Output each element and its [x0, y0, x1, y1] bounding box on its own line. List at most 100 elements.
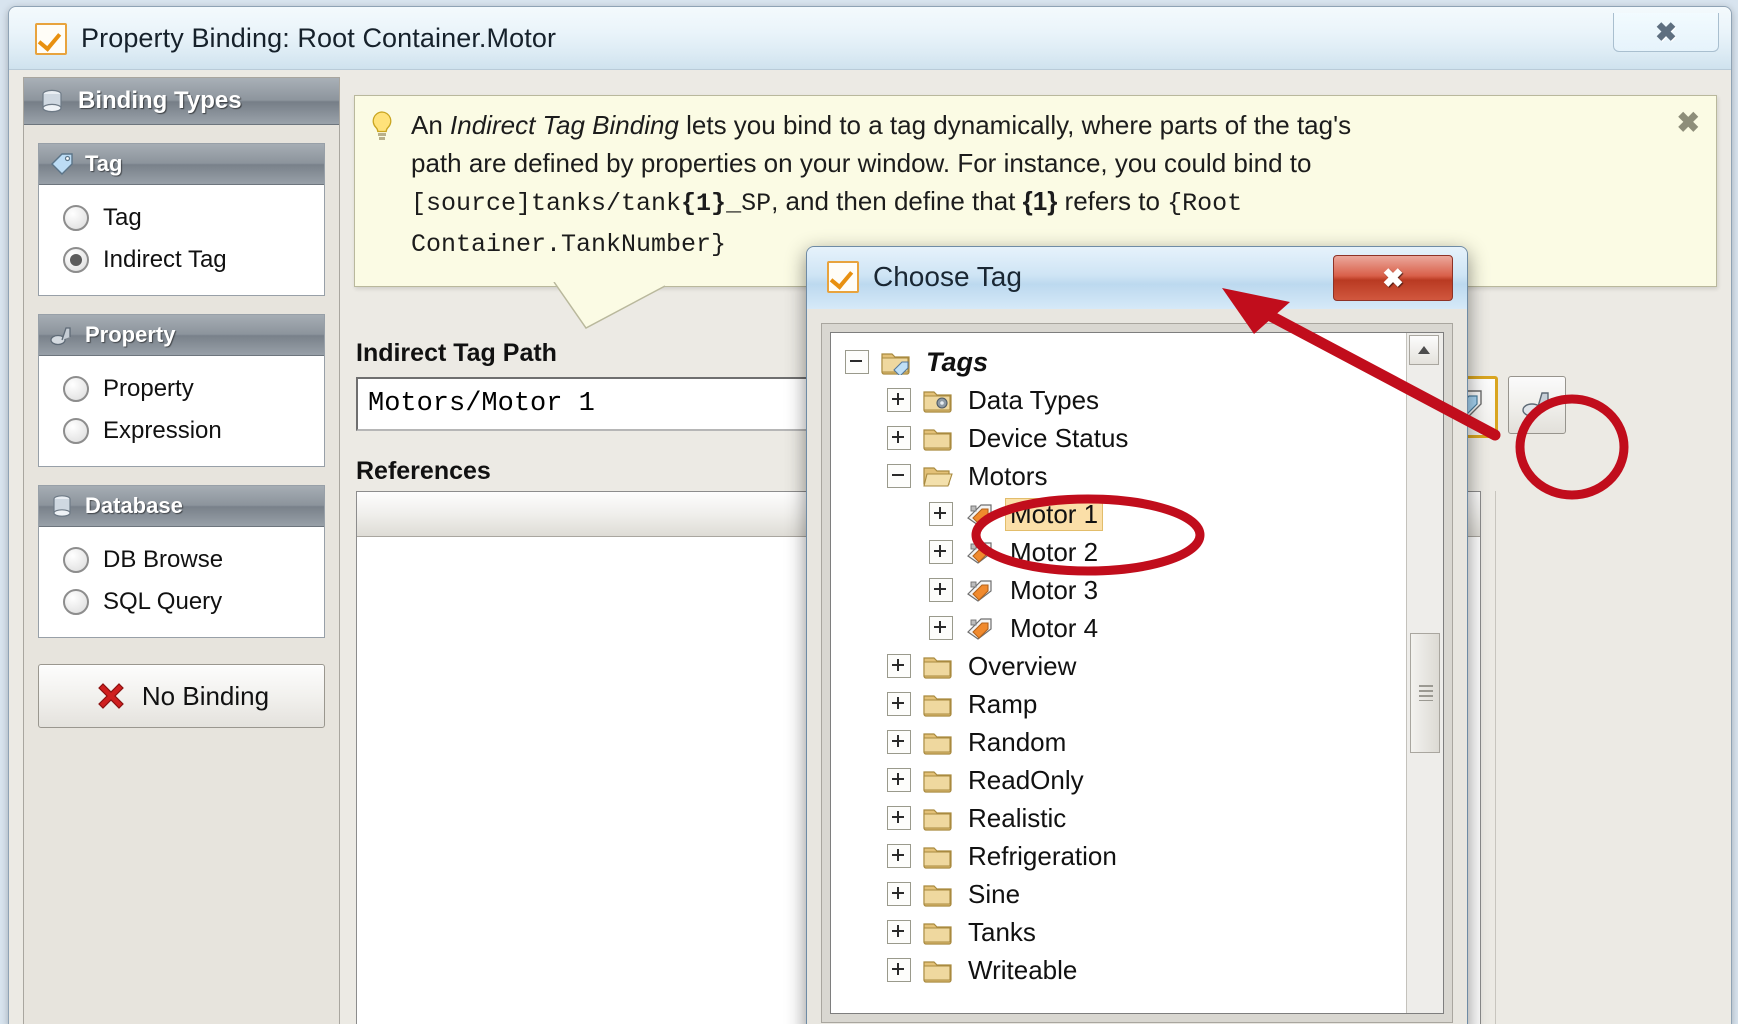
- collapse-minus-icon[interactable]: [887, 464, 911, 488]
- tree-item-label: Motor 3: [1010, 574, 1099, 605]
- tree-item-label: Sine: [968, 878, 1021, 909]
- tree-item-label: Overview: [968, 650, 1077, 681]
- tag-orange-icon: [965, 539, 995, 565]
- database-icon: [38, 87, 66, 115]
- choose-tag-title: Choose Tag: [873, 261, 1022, 292]
- folder-icon: [923, 881, 953, 907]
- folder-icon: [923, 767, 953, 793]
- references-side-panel: [1495, 491, 1626, 1024]
- window-titlebar: Property Binding: Root Container.Motor ✖: [9, 7, 1731, 70]
- scroll-up-arrow-icon[interactable]: [1409, 335, 1439, 365]
- tree-item-motor-2[interactable]: Motor 2: [845, 533, 1407, 571]
- tag-orange-icon: [965, 501, 995, 527]
- tree-item-label: ReadOnly: [968, 764, 1084, 795]
- tree-item-device-status[interactable]: Device Status: [845, 419, 1407, 457]
- expand-plus-icon[interactable]: [887, 806, 911, 830]
- expand-plus-icon[interactable]: [887, 730, 911, 754]
- radio-tag-label: Tag: [103, 204, 142, 231]
- tree-item-ramp[interactable]: Ramp: [845, 685, 1407, 723]
- property-bind-button[interactable]: [1508, 376, 1566, 434]
- tree-item-label: Tags: [926, 346, 989, 377]
- group-database-label: Database: [85, 493, 183, 518]
- tree-item-label: Data Types: [968, 384, 1100, 415]
- group-tag-label: Tag: [85, 151, 123, 176]
- binding-types-sidebar: Binding Types Tag Tag Indirect Tag Prope…: [23, 77, 340, 1024]
- tree-item-overview[interactable]: Overview: [845, 647, 1407, 685]
- tree-item-label: Ramp: [968, 688, 1038, 719]
- lightbulb-icon: [369, 110, 395, 142]
- expand-plus-icon[interactable]: [929, 502, 953, 526]
- expand-plus-icon[interactable]: [929, 578, 953, 602]
- folder-icon: [923, 919, 953, 945]
- radio-tag[interactable]: Tag: [39, 197, 324, 239]
- expand-plus-icon[interactable]: [929, 616, 953, 640]
- expand-plus-icon[interactable]: [887, 882, 911, 906]
- tree-item-refrigeration[interactable]: Refrigeration: [845, 837, 1407, 875]
- tree-item-label: Device Status: [968, 422, 1129, 453]
- tag-tree-scrollbar[interactable]: [1406, 333, 1443, 1013]
- radio-property[interactable]: Property: [39, 368, 324, 410]
- tree-item-writeable[interactable]: Writeable: [845, 951, 1407, 989]
- folder-open-icon: [923, 463, 953, 489]
- radio-indirect-tag[interactable]: Indirect Tag: [39, 239, 324, 281]
- tree-item-motor-4[interactable]: Motor 4: [845, 609, 1407, 647]
- group-property-label: Property: [85, 322, 176, 347]
- tree-item-tanks[interactable]: Tanks: [845, 913, 1407, 951]
- tree-item-sine[interactable]: Sine: [845, 875, 1407, 913]
- radio-db-browse-label: DB Browse: [103, 546, 224, 573]
- database-icon: [49, 493, 75, 519]
- radio-indicator: [63, 589, 89, 615]
- expand-plus-icon[interactable]: [887, 692, 911, 716]
- scrollbar-thumb[interactable]: [1410, 633, 1440, 753]
- tree-item-motor-3[interactable]: Motor 3: [845, 571, 1407, 609]
- collapse-minus-icon[interactable]: [845, 350, 869, 374]
- references-label: References: [356, 457, 491, 485]
- group-database: Database DB Browse SQL Query: [38, 485, 325, 638]
- expand-plus-icon[interactable]: [929, 540, 953, 564]
- folder-icon: [923, 691, 953, 717]
- tree-item-realistic[interactable]: Realistic: [845, 799, 1407, 837]
- tag-orange-icon: [965, 577, 995, 603]
- expand-plus-icon[interactable]: [887, 388, 911, 412]
- folder-icon: [923, 957, 953, 983]
- radio-indirect-tag-label: Indirect Tag: [103, 246, 227, 273]
- tag-icon: [49, 151, 75, 177]
- no-binding-button[interactable]: No Binding: [38, 664, 325, 728]
- expand-plus-icon[interactable]: [887, 958, 911, 982]
- tree-item-random[interactable]: Random: [845, 723, 1407, 761]
- tree-item-motor-1[interactable]: Motor 1: [845, 495, 1407, 533]
- red-x-icon: [94, 679, 128, 713]
- folder-icon: [923, 805, 953, 831]
- tag-tree[interactable]: Tags Data Types Device Status Motors Motor 1…: [831, 333, 1407, 1013]
- tree-item-data-types[interactable]: Data Types: [845, 381, 1407, 419]
- expand-plus-icon[interactable]: [887, 920, 911, 944]
- expand-plus-icon[interactable]: [887, 844, 911, 868]
- expand-plus-icon[interactable]: [887, 768, 911, 792]
- tree-item-tags[interactable]: Tags: [845, 343, 1407, 381]
- choose-tag-close-button[interactable]: ✖: [1333, 255, 1453, 301]
- radio-db-browse[interactable]: DB Browse: [39, 539, 324, 581]
- group-tag: Tag Tag Indirect Tag: [38, 143, 325, 296]
- info-close-icon[interactable]: ✖: [1677, 106, 1700, 139]
- group-property: Property Property Expression: [38, 314, 325, 467]
- sidebar-header-label: Binding Types: [78, 87, 242, 114]
- tree-item-motors[interactable]: Motors: [845, 457, 1407, 495]
- page-title: Property Binding: Root Container.Motor: [81, 23, 557, 53]
- expand-plus-icon[interactable]: [887, 426, 911, 450]
- tag-tree-container: Tags Data Types Device Status Motors Motor 1…: [821, 323, 1453, 1023]
- tree-item-readonly[interactable]: ReadOnly: [845, 761, 1407, 799]
- choose-tag-titlebar: Choose Tag ✖: [807, 247, 1467, 310]
- expand-plus-icon[interactable]: [887, 654, 911, 678]
- radio-expression[interactable]: Expression: [39, 410, 324, 452]
- tag-orange-icon: [965, 615, 995, 641]
- group-property-header: Property: [39, 315, 324, 356]
- callout-tail: [553, 282, 666, 329]
- radio-indicator: [63, 547, 89, 573]
- group-database-header: Database: [39, 486, 324, 527]
- sidebar-header: Binding Types: [24, 78, 339, 125]
- folder-icon: [923, 653, 953, 679]
- folder-icon: [923, 425, 953, 451]
- window-close-button[interactable]: ✖: [1613, 13, 1719, 52]
- tree-item-label: Motors: [968, 460, 1048, 491]
- radio-sql-query[interactable]: SQL Query: [39, 581, 324, 623]
